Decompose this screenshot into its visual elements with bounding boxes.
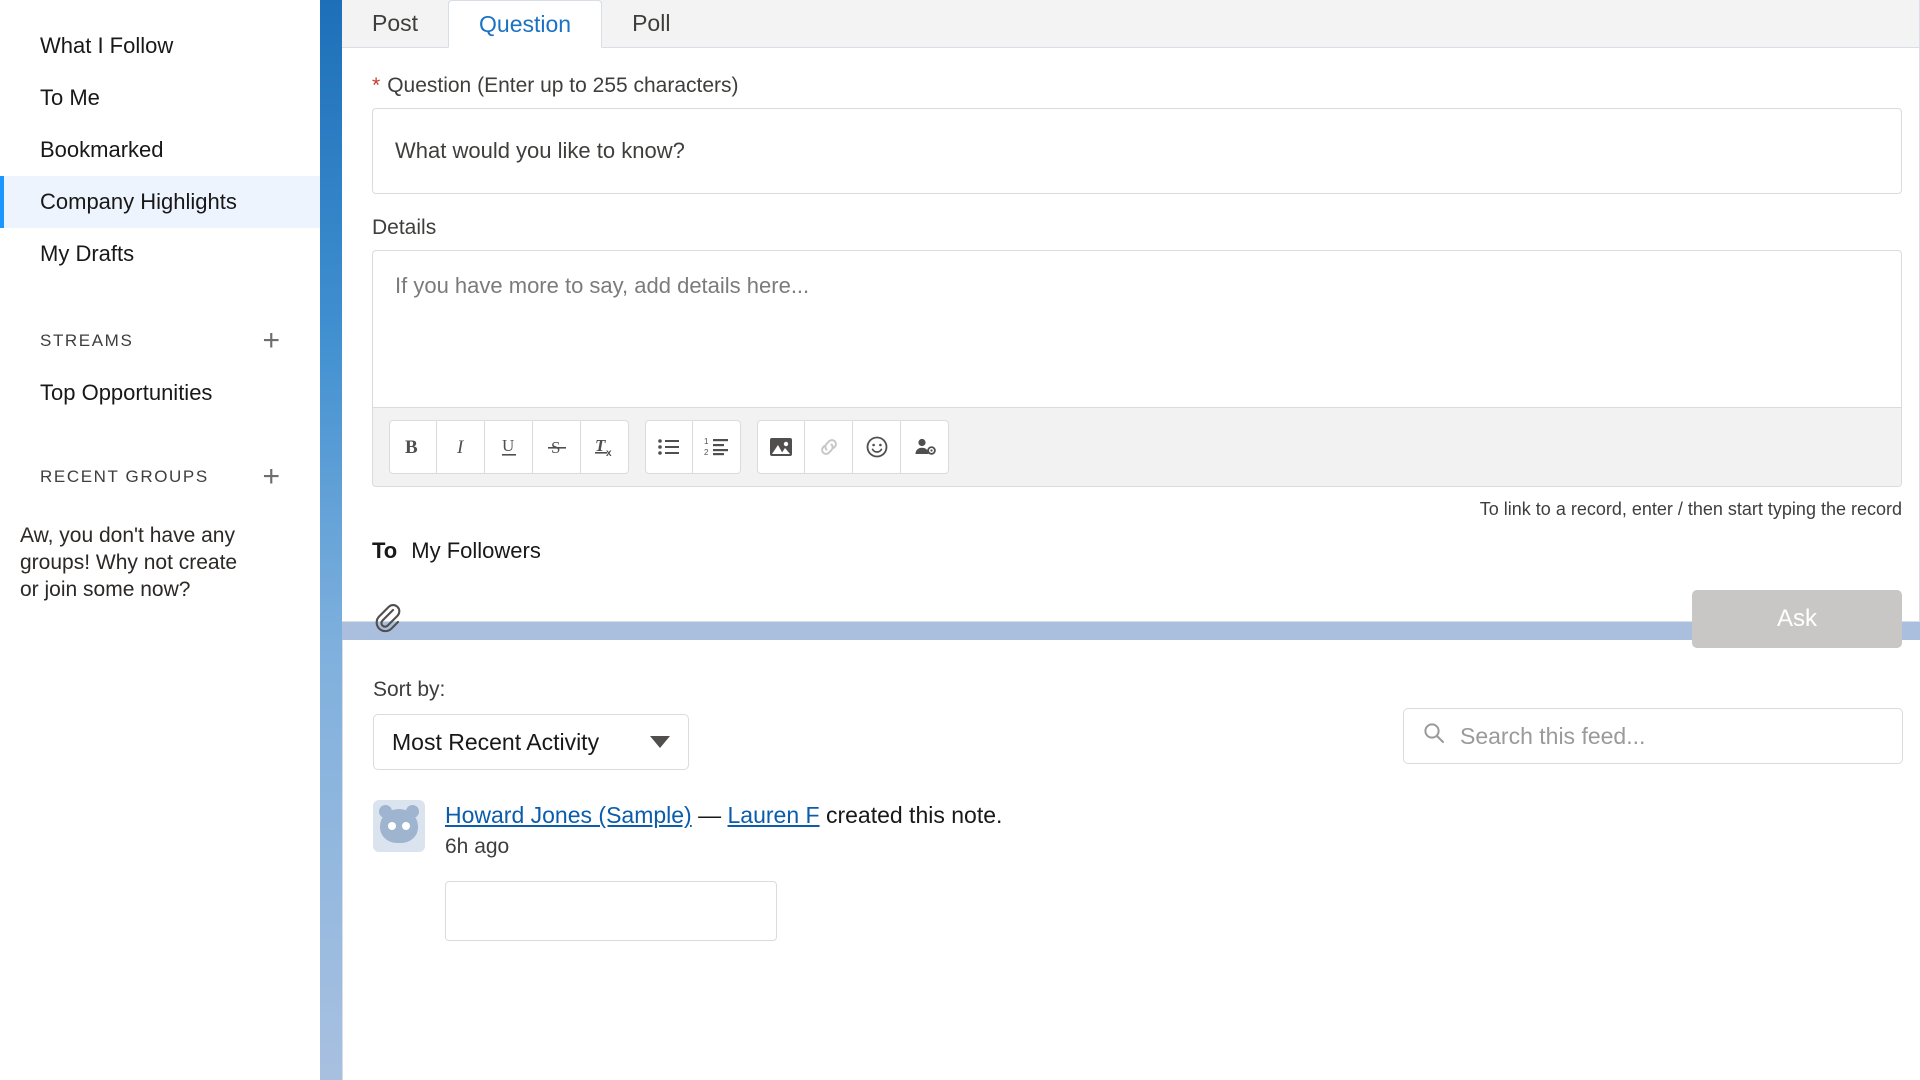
- question-placeholder: What would you like to know?: [395, 138, 685, 163]
- feed-panel: Sort by: Most Recent Activity Search thi…: [342, 640, 1920, 1080]
- avatar[interactable]: [373, 800, 425, 852]
- post-actor-link[interactable]: Lauren F: [728, 802, 820, 828]
- sidebar-item-my-drafts[interactable]: My Drafts: [0, 228, 320, 280]
- avatar-shape: [388, 822, 396, 830]
- post-author-link[interactable]: Howard Jones (Sample): [445, 802, 692, 828]
- avatar-shape: [402, 822, 410, 830]
- sidebar-item-bookmarked[interactable]: Bookmarked: [0, 124, 320, 176]
- main-content: Post Question Poll * Question (Enter up …: [320, 0, 1920, 1080]
- stream-item-label: Top Opportunities: [40, 380, 213, 405]
- svg-text:2: 2: [704, 448, 709, 457]
- sidebar-item-label: To Me: [40, 85, 100, 110]
- details-input[interactable]: If you have more to say, add details her…: [372, 250, 1902, 408]
- audience-selector[interactable]: My Followers: [411, 538, 541, 564]
- search-placeholder: Search this feed...: [1460, 722, 1646, 749]
- details-field-label: Details: [372, 216, 1919, 240]
- feed-controls: Sort by: Most Recent Activity Search thi…: [373, 678, 1903, 770]
- sidebar-item-what-i-follow[interactable]: What I Follow: [0, 20, 320, 72]
- recent-groups-section-header: RECENT GROUPS +: [0, 448, 320, 506]
- content-column: Post Question Poll * Question (Enter up …: [342, 0, 1920, 1080]
- tab-poll[interactable]: Poll: [602, 0, 701, 47]
- post-separator: —: [698, 802, 722, 828]
- tab-post[interactable]: Post: [342, 0, 449, 47]
- tab-label: Poll: [632, 9, 671, 36]
- italic-icon[interactable]: I: [437, 420, 485, 474]
- sidebar-item-label: What I Follow: [40, 33, 174, 58]
- composer-form: * Question (Enter up to 255 characters) …: [342, 48, 1919, 648]
- tab-label: Question: [479, 10, 572, 37]
- record-link-hint: To link to a record, enter / then start …: [1479, 499, 1902, 519]
- numbered-list-icon[interactable]: 1 2: [693, 420, 741, 474]
- sidebar-item-label: Bookmarked: [40, 137, 164, 162]
- streams-title: STREAMS: [40, 331, 134, 350]
- tab-question[interactable]: Question: [448, 0, 603, 48]
- app-root: What I Follow To Me Bookmarked Company H…: [0, 0, 1920, 1080]
- feed-post: Howard Jones (Sample) — Lauren F created…: [373, 800, 1920, 859]
- details-label-text: Details: [372, 216, 437, 239]
- recent-groups-empty-message: Aw, you don't have any groups! Why not c…: [20, 524, 238, 601]
- search-icon: [1422, 721, 1460, 751]
- underline-icon[interactable]: U: [485, 420, 533, 474]
- svg-text:U: U: [502, 436, 514, 455]
- svg-text:I: I: [456, 437, 465, 458]
- image-icon[interactable]: [757, 420, 805, 474]
- text-style-group: B I U S Tx: [389, 420, 629, 474]
- required-marker: *: [372, 74, 381, 97]
- sort-control: Sort by: Most Recent Activity: [373, 678, 689, 770]
- emoji-icon[interactable]: [853, 420, 901, 474]
- details-placeholder: If you have more to say, add details her…: [395, 273, 810, 298]
- link-icon[interactable]: [805, 420, 853, 474]
- sort-selected-value: Most Recent Activity: [392, 728, 600, 755]
- composer-actions: Ask: [372, 590, 1902, 648]
- post-timestamp: 6h ago: [445, 835, 510, 858]
- sidebar-item-label: My Drafts: [40, 241, 135, 266]
- sort-select[interactable]: Most Recent Activity: [373, 714, 689, 770]
- recent-groups-title: RECENT GROUPS: [40, 467, 209, 486]
- feed-search-input[interactable]: Search this feed...: [1403, 708, 1903, 764]
- svg-text:1: 1: [704, 437, 709, 446]
- paperclip-icon[interactable]: [372, 601, 402, 638]
- decorative-banner-stripe: [320, 0, 342, 1080]
- list-group: 1 2: [645, 420, 741, 474]
- bold-icon[interactable]: B: [389, 420, 437, 474]
- insert-group: [757, 420, 949, 474]
- sort-by-label: Sort by:: [373, 678, 446, 701]
- ask-button[interactable]: Ask: [1692, 590, 1902, 648]
- svg-text:B: B: [405, 437, 418, 458]
- post-attachment-card[interactable]: [445, 881, 777, 941]
- sidebar: What I Follow To Me Bookmarked Company H…: [0, 0, 320, 1080]
- question-input[interactable]: What would you like to know?: [372, 108, 1902, 194]
- post-action-text: created this note.: [825, 802, 1003, 828]
- sidebar-item-to-me[interactable]: To Me: [0, 72, 320, 124]
- question-label-text: Question (Enter up to 255 characters): [387, 74, 739, 97]
- mention-icon[interactable]: [901, 420, 949, 474]
- bulleted-list-icon[interactable]: [645, 420, 693, 474]
- publisher-composer: Post Question Poll * Question (Enter up …: [342, 0, 1920, 648]
- remove-format-icon[interactable]: Tx: [581, 420, 629, 474]
- composer-tabs: Post Question Poll: [342, 0, 1919, 48]
- plus-icon[interactable]: +: [258, 326, 284, 356]
- sidebar-item-label: Company Highlights: [40, 189, 237, 214]
- sidebar-item-top-opportunities[interactable]: Top Opportunities: [0, 370, 320, 416]
- avatar-shape: [380, 809, 418, 843]
- tab-label: Post: [372, 9, 419, 36]
- post-header-line: Howard Jones (Sample) — Lauren F created…: [445, 800, 1002, 830]
- sidebar-item-company-highlights[interactable]: Company Highlights: [0, 176, 320, 228]
- sidebar-nav-list: What I Follow To Me Bookmarked Company H…: [0, 20, 320, 280]
- audience-row: To My Followers: [372, 538, 1919, 564]
- post-body: Howard Jones (Sample) — Lauren F created…: [445, 800, 1002, 859]
- to-label: To: [372, 538, 398, 563]
- strikethrough-icon[interactable]: S: [533, 420, 581, 474]
- rich-text-toolbar: B I U S Tx 1 2: [372, 408, 1902, 487]
- svg-text:x: x: [606, 448, 612, 459]
- chevron-down-icon: [650, 736, 670, 748]
- streams-section-header: STREAMS +: [0, 312, 320, 370]
- plus-icon[interactable]: +: [258, 462, 284, 492]
- question-field-label: * Question (Enter up to 255 characters): [372, 74, 1919, 98]
